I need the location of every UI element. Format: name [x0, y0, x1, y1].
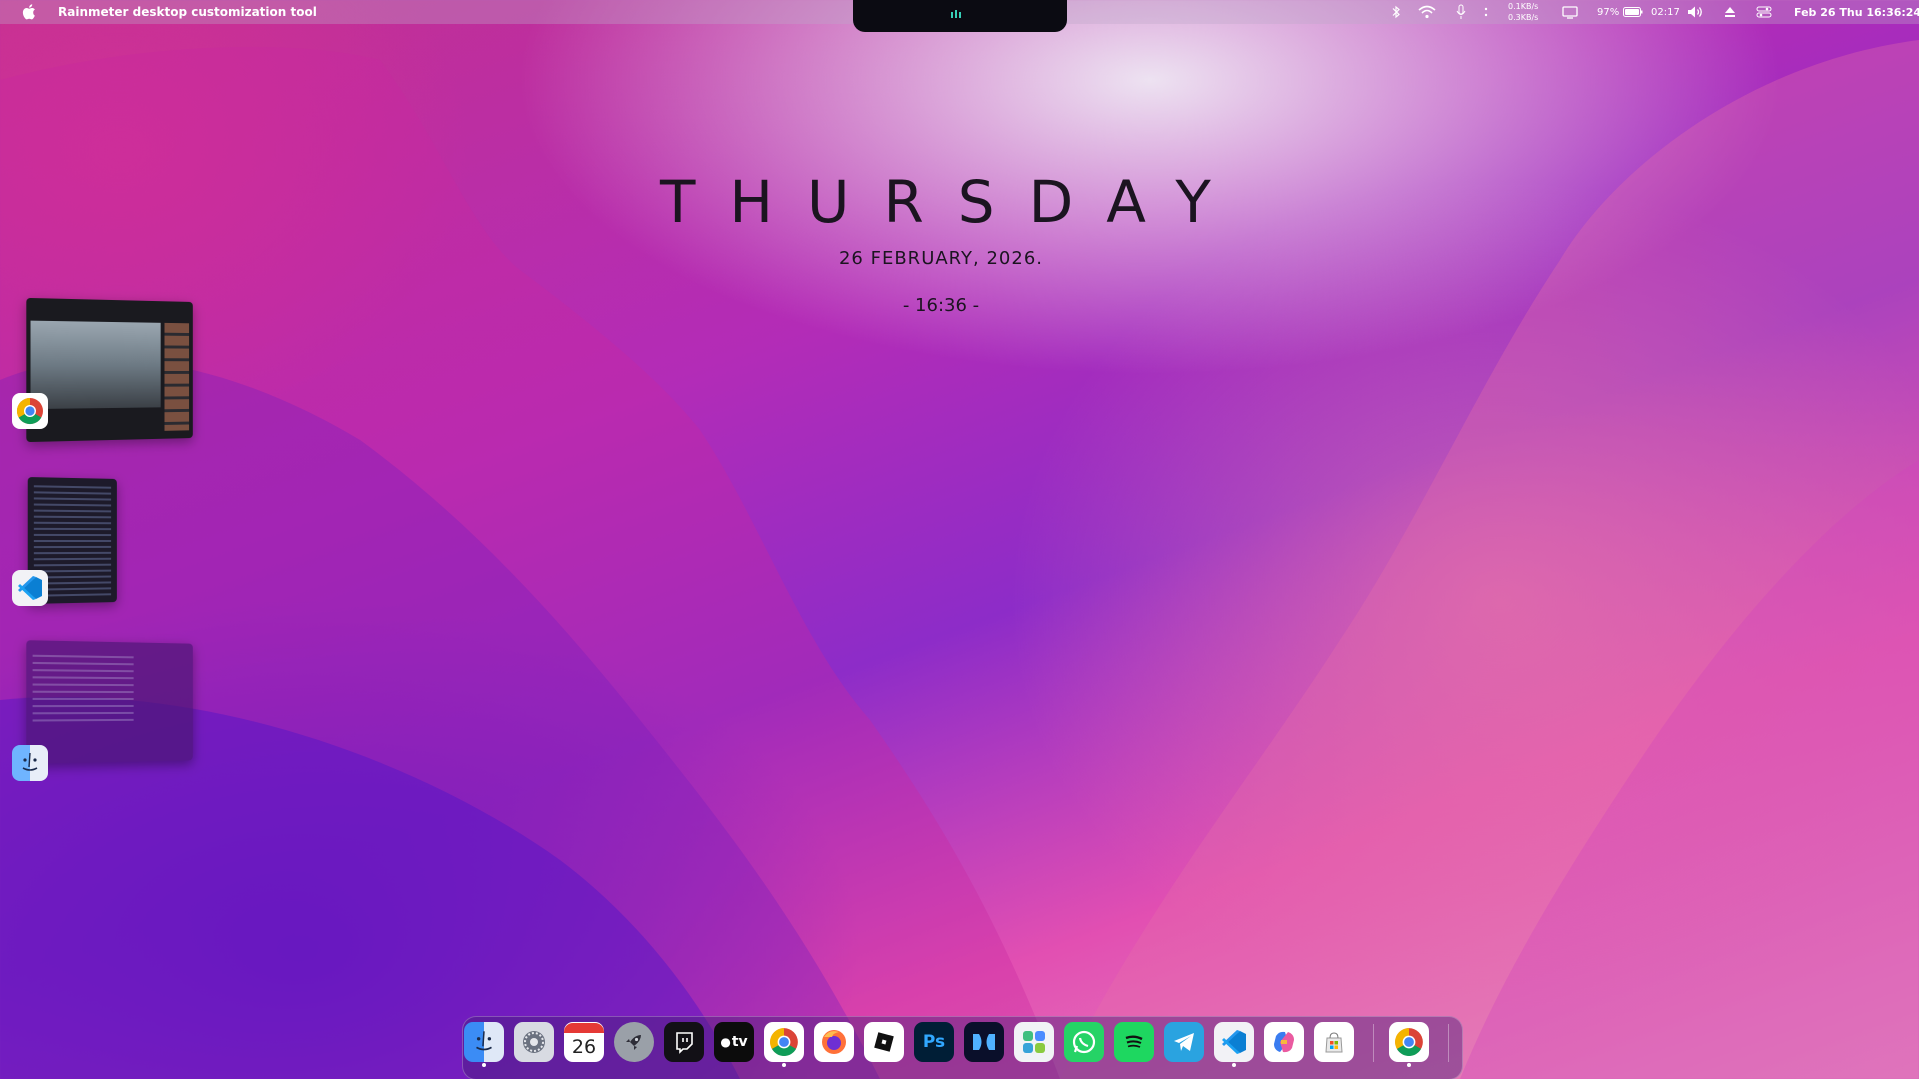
vscode-icon	[1222, 1030, 1246, 1054]
running-indicator	[1232, 1063, 1236, 1067]
time-label: - 16:36 -	[902, 295, 980, 316]
chrome-icon	[770, 1028, 798, 1056]
firefox-icon	[822, 1030, 846, 1054]
running-indicator	[782, 1063, 786, 1067]
dock-item-copilot[interactable]	[1264, 1022, 1304, 1062]
photoshop-icon: Ps	[922, 1032, 946, 1052]
dock-item-appletv[interactable]: ● tv	[714, 1022, 754, 1062]
running-indicator	[1407, 1063, 1411, 1067]
telegram-icon	[1174, 1033, 1194, 1051]
settings-icon	[523, 1031, 545, 1053]
dock-separator	[1373, 1024, 1374, 1062]
battery-percent: 97%	[1597, 6, 1620, 18]
dock-item-firefox[interactable]	[814, 1022, 854, 1062]
audio-visualizer-icon	[951, 10, 961, 18]
calendar-day: 26	[571, 1036, 597, 1058]
video-sidebar	[164, 322, 190, 431]
net-up: 0.1KB/s	[1508, 2, 1539, 11]
stage-window-finder[interactable]	[26, 640, 193, 764]
video-thumbnail	[30, 320, 161, 410]
net-down: 0.3KB/s	[1508, 13, 1539, 22]
display-icon[interactable]	[1562, 0, 1578, 24]
control-center-icon[interactable]	[1756, 0, 1772, 24]
bluetooth-icon[interactable]	[1390, 0, 1402, 24]
roblox-icon	[874, 1032, 894, 1052]
appletv-icon: ●	[720, 1035, 731, 1049]
menubar-clock[interactable]: Feb 26 Thu 16:36:24	[1794, 0, 1919, 24]
finder-icon	[476, 1031, 492, 1051]
notch	[853, 0, 1067, 32]
mosaic-icon	[1023, 1031, 1045, 1053]
dock-item-store[interactable]	[1314, 1022, 1354, 1062]
dock-separator	[1448, 1024, 1449, 1062]
appletv-label: tv	[731, 1034, 748, 1050]
dock-item-mosaic[interactable]	[1014, 1022, 1054, 1062]
spotify-icon	[1125, 1035, 1143, 1048]
dock-item-roblox[interactable]	[864, 1022, 904, 1062]
dock-item-chrome[interactable]	[764, 1022, 804, 1062]
apple-icon[interactable]	[22, 4, 36, 20]
wifi-icon[interactable]	[1418, 0, 1436, 24]
calendar-icon	[564, 1023, 604, 1033]
battery-time: 02:17	[1651, 6, 1680, 18]
dock-item-dolby[interactable]	[964, 1022, 1004, 1062]
more-icon[interactable]	[1484, 0, 1488, 24]
running-indicator	[482, 1063, 486, 1067]
microphone-icon[interactable]	[1455, 0, 1467, 24]
dock-item-telegram[interactable]	[1164, 1022, 1204, 1062]
dock-item-launchpad[interactable]	[614, 1022, 654, 1062]
dock-item-chrome-recent[interactable]	[1389, 1022, 1429, 1062]
stage-window-chrome[interactable]	[26, 297, 193, 443]
copilot-icon	[1274, 1031, 1294, 1053]
dock-item-settings[interactable]	[514, 1022, 554, 1062]
dock-item-twitch[interactable]	[664, 1022, 704, 1062]
dock-item-photoshop[interactable]: Ps	[914, 1022, 954, 1062]
dock-item-whatsapp[interactable]	[1064, 1022, 1104, 1062]
twitch-icon	[676, 1032, 693, 1054]
finder-icon	[12, 745, 48, 781]
date-label: 26 FEBRUARY, 2026.	[838, 248, 1044, 269]
whatsapp-icon	[1072, 1030, 1096, 1054]
network-speed: 0.1KB/s 0.3KB/s	[1508, 1, 1538, 23]
dock-item-vscode[interactable]	[1214, 1022, 1254, 1062]
store-icon	[1325, 1032, 1343, 1053]
battery-icon[interactable]	[1623, 0, 1643, 24]
wallpaper	[0, 40, 1919, 1079]
vscode-icon	[12, 570, 48, 606]
dock	[462, 1016, 1463, 1079]
dock-item-spotify[interactable]	[1114, 1022, 1154, 1062]
volume-icon[interactable]	[1687, 0, 1705, 24]
eject-icon[interactable]	[1723, 0, 1737, 24]
chrome-icon	[12, 393, 48, 429]
dock-item-finder[interactable]	[464, 1022, 504, 1062]
dock-item-calendar[interactable]: 26	[564, 1022, 604, 1062]
weekday-label: THURSDAY	[660, 168, 1245, 236]
file-list-preview	[32, 654, 134, 727]
active-app-title[interactable]: Rainmeter desktop customization tool	[58, 5, 317, 19]
chrome-icon	[1395, 1028, 1423, 1056]
dolby-icon	[973, 1034, 995, 1050]
rocket-icon	[626, 1035, 641, 1050]
